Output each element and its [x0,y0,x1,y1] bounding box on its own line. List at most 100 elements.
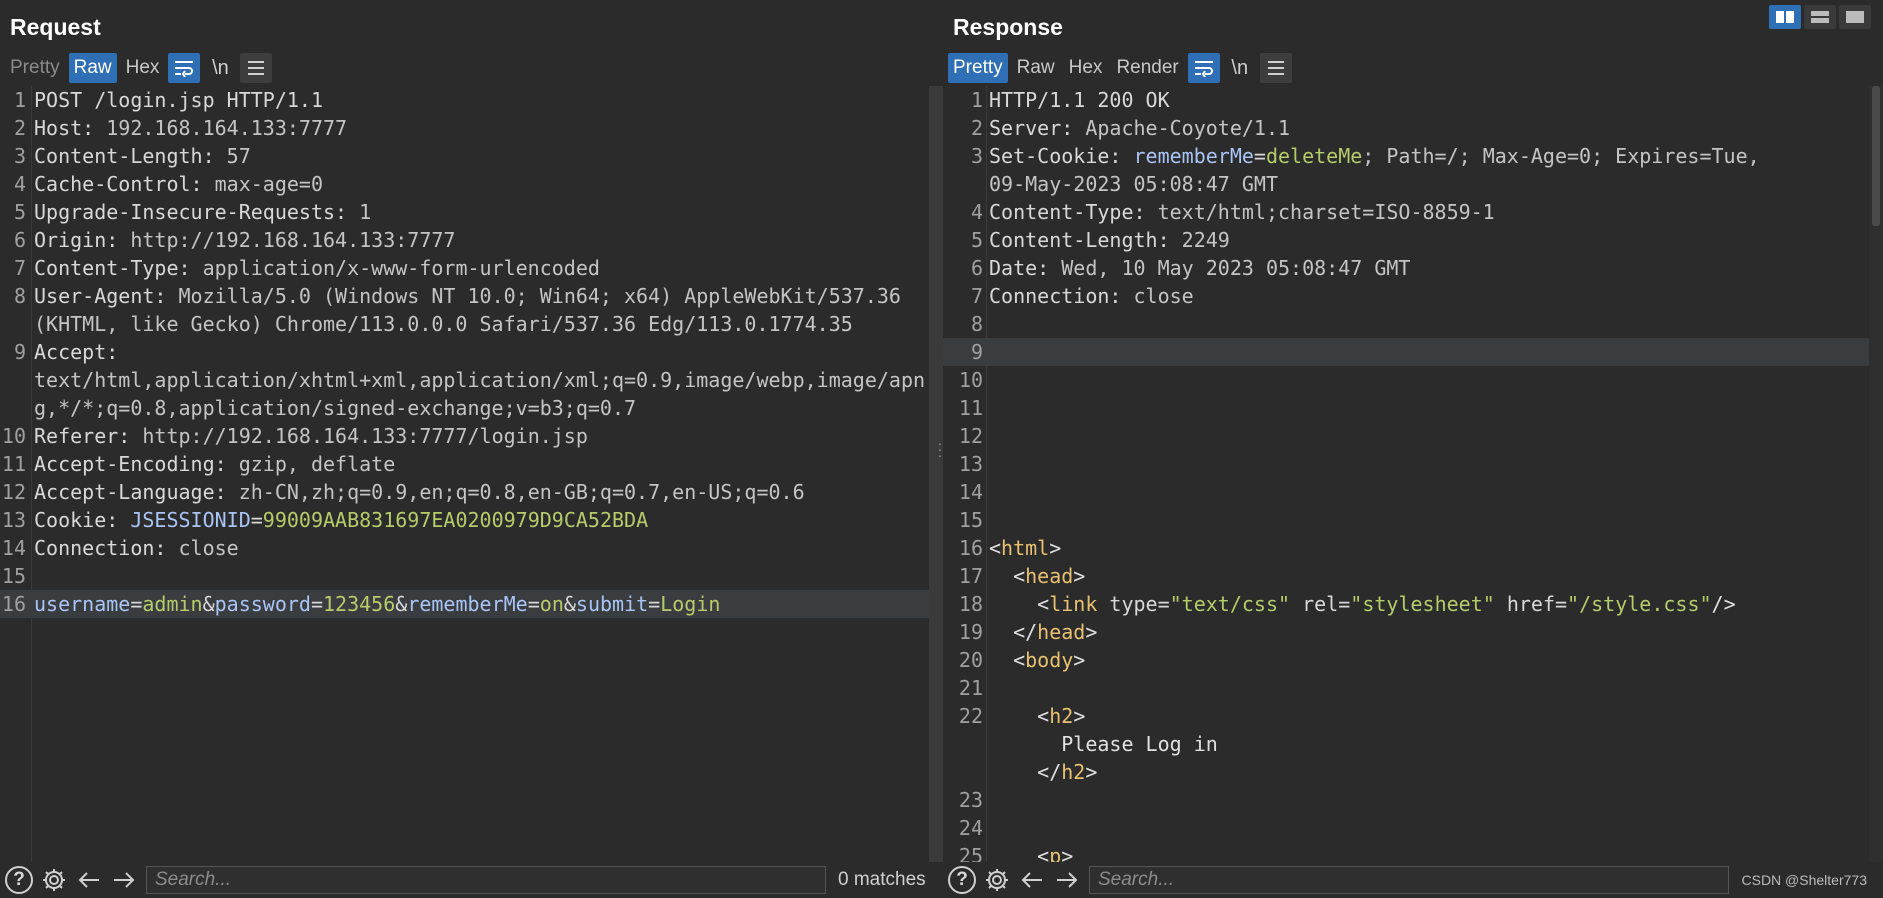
code-line: 9 Accept: [0,338,929,366]
code-text: </head> [989,618,1097,646]
code-token: > [1085,760,1098,784]
layout-tabs-icon[interactable] [1839,5,1871,29]
tab-hex[interactable]: Hex [121,53,165,83]
line-number: 6 [13,228,26,252]
code-text: Accept: [34,338,130,366]
code-token: POST /login.jsp HTTP/1.1 [34,88,323,112]
code-token: Wed, 10 May 2023 05:08:47 GMT [1061,256,1411,280]
code-line: 17 <head> [943,562,1869,590]
tab-render[interactable]: Render [1111,53,1183,83]
response-search-input[interactable]: Search... [1089,866,1729,894]
code-token: 1 [359,200,372,224]
code-token: Mozilla/5.0 (Windows NT 10.0; Win64; x64… [178,284,901,308]
watermark: CSDN @Shelter773 [1741,872,1868,888]
code-token: Host: [34,116,107,140]
code-token: & [563,592,576,616]
code-token: HTTP/1.1 200 OK [989,88,1170,112]
code-line: 11 Accept-Encoding: gzip, deflate [0,450,929,478]
code-token: < [989,844,1050,862]
response-toolbar: Pretty Raw Hex Render \n [948,53,1292,83]
code-token: (KHTML, like Gecko) Chrome/113.0.0.0 Saf… [34,312,853,336]
code-token: > [1073,648,1086,672]
line-number: 19 [958,620,983,644]
code-line: 5 Content-Length: 2249 [943,226,1869,254]
tab-raw[interactable]: Raw [1012,53,1060,83]
code-token: > [1073,704,1086,728]
code-line: 23 [943,786,1869,814]
code-line: </h2> [943,758,1869,786]
code-line: Please Log in [943,730,1869,758]
code-line: 9 [943,338,1869,366]
menu-icon[interactable] [1259,53,1292,83]
newline-toggle[interactable]: \n [1224,53,1256,83]
code-line: 21 [943,674,1869,702]
code-token: Accept-Language: [34,480,239,504]
line-number: 18 [958,592,983,616]
settings-gear-icon[interactable] [38,864,70,896]
arrow-left-icon[interactable] [1016,864,1048,896]
code-token: username [34,592,131,616]
line-number: 2 [13,116,26,140]
response-title: Response [953,14,1063,40]
code-text: <head> [989,562,1085,590]
tab-raw[interactable]: Raw [68,53,117,83]
request-search-input[interactable]: Search... [146,866,826,894]
arrow-left-icon[interactable] [73,864,105,896]
code-token: rememberMe [407,592,528,616]
response-scrollbar[interactable] [1869,86,1883,862]
line-number: 7 [970,284,983,308]
code-token: Please Log in [989,732,1218,756]
layout-stacked-icon[interactable] [1804,5,1836,29]
response-editor[interactable]: 1 HTTP/1.1 200 OK 2 Server: Apache-Coyote/1… [943,86,1869,862]
code-token: "text/css" [1169,592,1291,616]
line-number: 7 [13,256,26,280]
code-token: password [214,592,311,616]
layout-side-by-side-icon[interactable] [1769,5,1801,29]
code-text: Accept-Encoding: gzip, deflate [34,450,395,478]
code-token: "/style.css" [1567,592,1712,616]
code-token: & [395,592,408,616]
code-line: 16 <html> [943,534,1869,562]
newline-toggle[interactable]: \n [204,53,236,83]
request-toolbar: Pretty Raw Hex \n [5,53,273,83]
code-line: 18 <link type="text/css" rel="stylesheet… [943,590,1869,618]
code-token: = [130,592,143,616]
line-number: 10 [958,368,983,392]
code-line: 10 Referer: http://192.168.164.133:7777/l… [0,422,929,450]
code-text: POST /login.jsp HTTP/1.1 [34,86,323,114]
response-pane: Response Pretty Raw Hex Render \n 1 HTTP/… [943,0,1883,898]
help-icon[interactable]: ? [946,864,978,896]
pane-divider[interactable] [929,86,943,862]
wrap-lines-icon[interactable] [168,53,201,83]
code-token: Content-Type: [989,200,1158,224]
wrap-lines-icon[interactable] [1187,53,1220,83]
code-line: 11 [943,394,1869,422]
code-token: User-Agent: [34,284,179,308]
code-line: 20 <body> [943,646,1869,674]
code-text: Content-Length: 2249 [989,226,1230,254]
line-number: 14 [1,536,26,560]
code-token: max-age=0 [214,172,323,196]
tab-pretty[interactable]: Pretty [5,53,65,83]
code-token: Connection: [34,536,179,560]
code-token: Content-Length: [989,228,1182,252]
code-line: 09-May-2023 05:08:47 GMT [943,170,1869,198]
code-token: = [1253,144,1266,168]
tab-pretty[interactable]: Pretty [948,53,1008,83]
code-token: Apache-Coyote/1.1 [1085,116,1291,140]
line-number: 9 [13,340,26,364]
code-line: 8 User-Agent: Mozilla/5.0 (Windows NT 10.… [0,282,929,310]
settings-gear-icon[interactable] [981,864,1013,896]
arrow-right-icon[interactable] [1051,864,1083,896]
scroll-thumb[interactable] [1872,86,1880,226]
code-token: = [648,592,661,616]
line-number: 16 [958,536,983,560]
tab-hex[interactable]: Hex [1064,53,1108,83]
code-text: Referer: http://192.168.164.133:7777/log… [34,422,588,450]
code-line: 12 [943,422,1869,450]
help-icon[interactable]: ? [3,864,35,896]
request-editor[interactable]: 1 POST /login.jsp HTTP/1.1 2 Host: 192.168.… [0,86,929,862]
arrow-right-icon[interactable] [108,864,140,896]
menu-icon[interactable] [240,53,273,83]
code-text: Please Log in [989,730,1218,758]
